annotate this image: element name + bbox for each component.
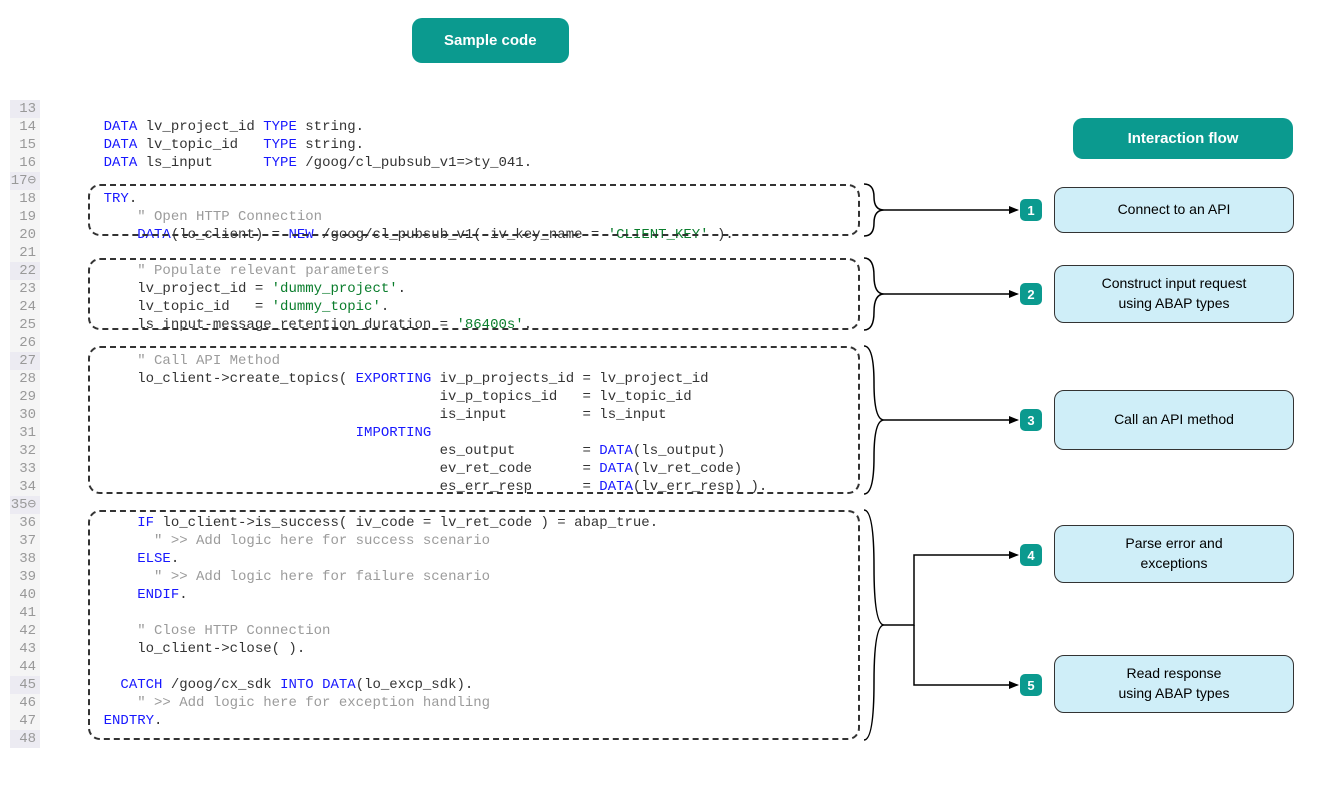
line-number: 24 [10,298,40,316]
line-number: 34 [10,478,40,496]
sample-code-button: Sample code [412,18,569,63]
arrow-4-5-split [884,545,1024,705]
line-number: 27 [10,352,40,370]
step-3-box: Call an API method [1054,390,1294,450]
line-number: 36 [10,514,40,532]
line-number: 42 [10,622,40,640]
step-1-box: Connect to an API [1054,187,1294,233]
line-number: 22 [10,262,40,280]
line-number: 43 [10,640,40,658]
group-connect-api [88,184,860,236]
group-parse-response [88,510,860,740]
line-number: 13 [10,100,40,118]
line-number: 41 [10,604,40,622]
arrow-3 [884,415,1024,425]
line-number: 16 [10,154,40,172]
line-number: 33 [10,460,40,478]
code-line: 14 DATA lv_project_id TYPE string. [10,118,767,136]
line-number: 21 [10,244,40,262]
arrow-2 [884,289,1024,299]
line-number: 18 [10,190,40,208]
step-5-box: Read responseusing ABAP types [1054,655,1294,713]
step-number-1: 1 [1020,199,1042,221]
step-2-box: Construct input requestusing ABAP types [1054,265,1294,323]
line-number: 25 [10,316,40,334]
line-number: 20 [10,226,40,244]
group-construct-input [88,258,860,330]
interaction-flow-button: Interaction flow [1073,118,1293,159]
line-number: 30 [10,406,40,424]
line-number: 31 [10,424,40,442]
line-number: 35⊖ [10,496,40,514]
code-line: 15 DATA lv_topic_id TYPE string. [10,136,767,154]
line-number: 14 [10,118,40,136]
line-number: 15 [10,136,40,154]
line-number: 28 [10,370,40,388]
line-number: 37 [10,532,40,550]
line-number: 45 [10,676,40,694]
line-number: 17⊖ [10,172,40,190]
line-number: 38 [10,550,40,568]
step-number-4: 4 [1020,544,1042,566]
line-number: 48 [10,730,40,748]
line-number: 39 [10,568,40,586]
line-number: 23 [10,280,40,298]
code-line: 13 [10,100,767,118]
step-number-2: 2 [1020,283,1042,305]
arrow-1 [884,205,1024,215]
line-number: 19 [10,208,40,226]
line-number: 46 [10,694,40,712]
line-number: 40 [10,586,40,604]
line-number: 47 [10,712,40,730]
step-number-5: 5 [1020,674,1042,696]
line-number: 26 [10,334,40,352]
line-number: 32 [10,442,40,460]
group-call-api [88,346,860,494]
step-number-3: 3 [1020,409,1042,431]
line-number: 44 [10,658,40,676]
step-4-box: Parse error andexceptions [1054,525,1294,583]
line-number: 29 [10,388,40,406]
code-line: 16 DATA ls_input TYPE /goog/cl_pubsub_v1… [10,154,767,172]
